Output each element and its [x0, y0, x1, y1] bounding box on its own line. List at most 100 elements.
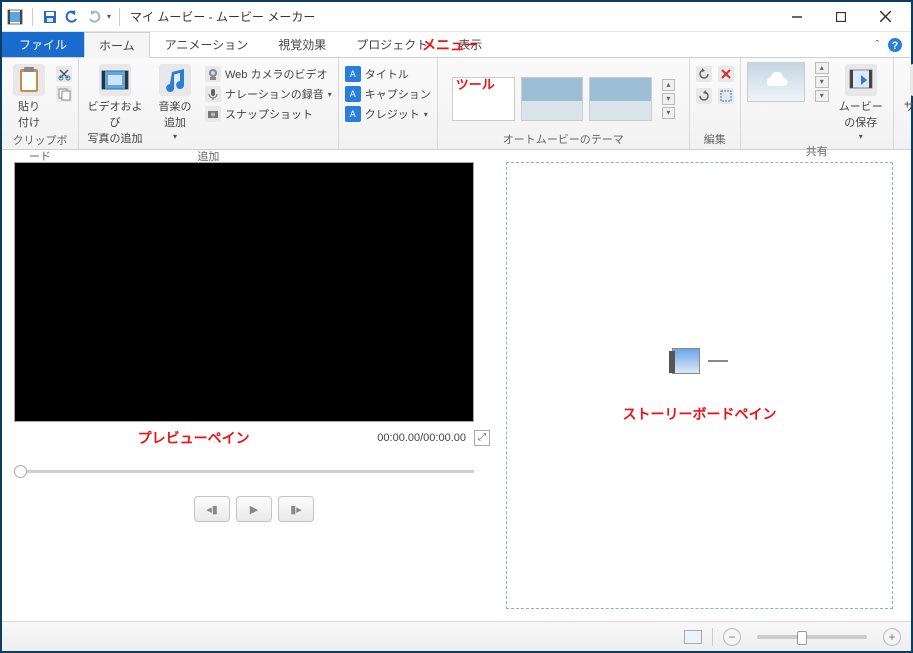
clipboard-icon — [13, 64, 45, 96]
save-movie-label: ムービー の保存 — [839, 98, 883, 130]
preview-video[interactable] — [14, 162, 474, 422]
zoom-slider[interactable] — [757, 635, 867, 639]
group-themes: ツール ▴▾▾ オートムービーのテーマ — [438, 58, 690, 149]
title-icon: A — [345, 66, 361, 82]
tab-animation[interactable]: アニメーション — [150, 32, 264, 57]
select-all-icon[interactable] — [718, 88, 734, 104]
signin-label: サインイン — [900, 98, 913, 130]
storyboard-placeholder — [672, 348, 728, 374]
group-edit-label: 編集 — [696, 129, 734, 147]
dropdown-icon: ▾ — [173, 132, 177, 141]
add-music-label: 音楽の 追加 — [159, 98, 192, 130]
group-text-label — [345, 133, 431, 147]
microphone-icon — [205, 86, 221, 102]
separator — [32, 8, 33, 26]
group-text: Aタイトル Aキャプション Aクレジット▾ — [339, 58, 438, 149]
ribbon: 貼り 付け クリップボード ビデオおよび 写真の追加 音楽の 追加 ▾ — [2, 58, 911, 150]
narration-button[interactable]: ナレーションの録音▾ — [205, 86, 332, 102]
group-themes-label: オートムービーのテーマ — [444, 129, 683, 147]
group-clipboard-label: クリップボード — [8, 130, 72, 164]
rotate-left-icon[interactable] — [696, 66, 712, 82]
add-music-button[interactable]: 音楽の 追加 ▾ — [151, 62, 199, 141]
cloud-icon — [761, 72, 791, 92]
group-clipboard: 貼り 付け クリップボード — [2, 58, 79, 149]
music-note-icon — [159, 64, 191, 96]
title-button[interactable]: Aタイトル — [345, 66, 431, 82]
qat-dropdown-icon[interactable]: ▾ — [107, 12, 111, 21]
app-window: ▾ マイ ムービー - ムービー メーカー ファイル ホーム アニメーション 視… — [0, 0, 913, 653]
window-controls — [775, 3, 907, 31]
content-area: プレビューペイン 00:00.00/00:00.00 ⤢ ◂▮ ▶ ▮▸ ストー… — [2, 150, 911, 621]
status-bar: − + — [2, 621, 911, 651]
separator — [712, 628, 713, 646]
signin-button[interactable]: サインイン — [900, 62, 913, 130]
tab-file[interactable]: ファイル — [2, 32, 84, 57]
paste-button[interactable]: 貼り 付け — [8, 62, 50, 130]
share-scroll[interactable]: ▴▾▾ — [815, 62, 829, 102]
window-title: マイ ムービー - ムービー メーカー — [130, 8, 315, 25]
credits-icon: A — [345, 106, 361, 122]
app-icon — [6, 8, 24, 26]
group-add: ビデオおよび 写真の追加 音楽の 追加 ▾ Web カメラのビデオ ナレーション… — [79, 58, 339, 149]
rotate-right-icon[interactable] — [696, 88, 712, 104]
share-thumb[interactable] — [747, 62, 805, 102]
quick-access-toolbar: ▾ — [6, 8, 124, 26]
gallery-scroll[interactable]: ▴▾▾ — [662, 79, 675, 119]
tab-visual-effects[interactable]: 視覚効果 — [263, 32, 341, 57]
group-edit: 編集 — [690, 58, 741, 149]
group-share-label: 共有 — [747, 141, 887, 159]
save-movie-icon — [845, 64, 877, 96]
paste-label: 貼り 付け — [18, 98, 40, 130]
annotation-preview: プレビューペイン — [18, 428, 369, 448]
copy-icon[interactable] — [56, 86, 72, 102]
undo-icon[interactable] — [63, 8, 81, 26]
camera-icon — [205, 106, 221, 122]
cut-icon[interactable] — [56, 66, 72, 82]
svg-text:?: ? — [892, 40, 899, 52]
webcam-icon — [205, 66, 221, 82]
fullscreen-icon[interactable]: ⤢ — [474, 430, 490, 446]
tab-project[interactable]: プロジェクト — [341, 32, 443, 57]
tab-home[interactable]: ホーム — [84, 32, 150, 58]
caption-button[interactable]: Aキャプション — [345, 86, 431, 102]
add-video-photo-button[interactable]: ビデオおよび 写真の追加 — [85, 62, 145, 146]
add-video-photo-label: ビデオおよび 写真の追加 — [85, 98, 145, 146]
annotation-storyboard: ストーリーボードペイン — [623, 404, 777, 424]
delete-icon[interactable] — [718, 66, 734, 82]
webcam-button[interactable]: Web カメラのビデオ — [205, 66, 332, 82]
maximize-button[interactable] — [819, 3, 863, 31]
snapshot-button[interactable]: スナップショット — [205, 106, 332, 122]
prev-frame-button[interactable]: ◂▮ — [194, 496, 230, 522]
theme-thumb-3[interactable] — [589, 77, 652, 121]
tab-view[interactable]: 表示 — [443, 32, 497, 57]
storyboard-pane[interactable]: ストーリーボードペイン — [506, 162, 893, 609]
ribbon-tabs: ファイル ホーム アニメーション 視覚効果 プロジェクト 表示 メニュー ˆ ? — [2, 32, 911, 58]
group-add-label: 追加 — [85, 146, 332, 164]
save-movie-button[interactable]: ムービー の保存 ▾ — [835, 62, 887, 141]
save-icon[interactable] — [41, 8, 59, 26]
playback-controls: ◂▮ ▶ ▮▸ — [14, 496, 494, 522]
dash-icon — [708, 360, 728, 362]
view-mode-icon[interactable] — [684, 630, 702, 644]
preview-pane: プレビューペイン 00:00.00/00:00.00 ⤢ ◂▮ ▶ ▮▸ — [14, 162, 494, 609]
separator — [119, 8, 120, 26]
collapse-ribbon-icon[interactable]: ˆ — [875, 39, 879, 51]
seek-slider[interactable] — [14, 464, 474, 478]
seek-thumb[interactable] — [14, 465, 27, 478]
group-signin: サインイン — [894, 58, 913, 149]
filmstrip-icon — [99, 64, 131, 96]
caption-icon: A — [345, 86, 361, 102]
zoom-in-button[interactable]: + — [883, 628, 901, 646]
theme-thumb-2[interactable] — [521, 77, 584, 121]
play-button[interactable]: ▶ — [236, 496, 272, 522]
close-button[interactable] — [863, 3, 907, 31]
clip-icon — [672, 348, 700, 374]
minimize-button[interactable] — [775, 3, 819, 31]
zoom-out-button[interactable]: − — [723, 628, 741, 646]
redo-icon[interactable] — [85, 8, 103, 26]
next-frame-button[interactable]: ▮▸ — [278, 496, 314, 522]
theme-thumb-1[interactable] — [452, 77, 515, 121]
time-display: 00:00.00/00:00.00 — [377, 432, 466, 444]
credits-button[interactable]: Aクレジット▾ — [345, 106, 431, 122]
help-icon[interactable]: ? — [887, 37, 903, 53]
